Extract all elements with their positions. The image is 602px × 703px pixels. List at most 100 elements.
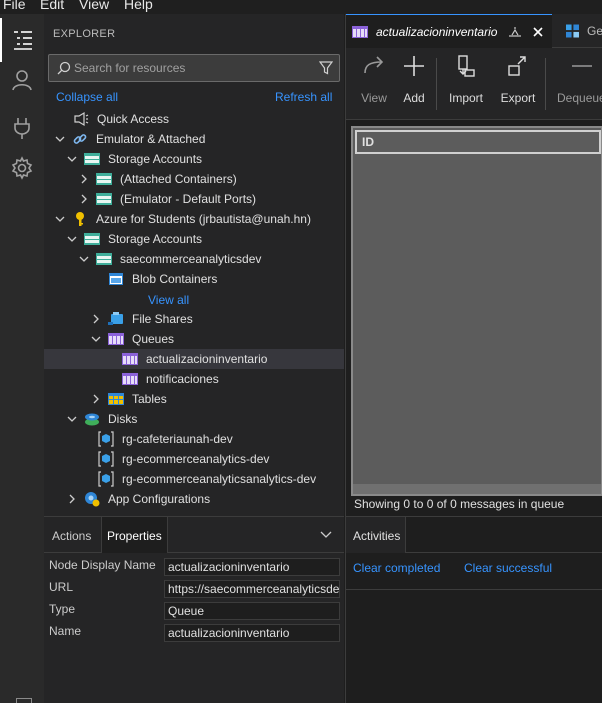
chevron-right-icon[interactable] [78, 189, 90, 209]
explorer-title: EXPLORER [53, 28, 116, 40]
explorer-activity-button[interactable] [0, 18, 44, 62]
name-field[interactable]: actualizacioninventario [164, 624, 340, 642]
refresh-all-link[interactable]: Refresh all [275, 90, 332, 104]
tree-item-label: actualizacioninventario [146, 352, 268, 366]
queue-icon [108, 331, 124, 347]
tree-item-disk-ecommerce-analytics[interactable]: rg-ecommerceanalyticsanalytics-dev [44, 469, 344, 489]
dequeue-button[interactable]: Dequeue [552, 48, 602, 120]
chevron-down-icon[interactable] [90, 329, 102, 349]
chevron-down-icon[interactable] [54, 209, 66, 229]
tree-item-queue-notificaciones[interactable]: notificaciones [44, 369, 344, 389]
keep-open-icon[interactable] [507, 26, 523, 38]
tree-item-disk-ecommerce[interactable]: rg-ecommerceanalytics-dev [44, 449, 344, 469]
tree-item-app-configurations[interactable]: App Configurations [44, 489, 344, 509]
tree-item-blob-containers[interactable]: Blob Containers [44, 269, 344, 289]
toolbar-separator [545, 58, 546, 110]
url-field[interactable]: https://saecommerceanalyticsdev.queue.co… [164, 580, 340, 598]
chevron-right-icon[interactable] [78, 169, 90, 189]
tab-properties[interactable]: Properties [101, 517, 168, 553]
tree-item-saecommerce[interactable]: saecommerceanalyticsdev [44, 249, 344, 269]
import-icon [458, 55, 475, 77]
tree-item-label: Tables [132, 392, 167, 406]
import-button[interactable]: Import [436, 48, 496, 120]
minus-icon [572, 65, 592, 67]
explorer-list-icon [14, 31, 32, 50]
tree-item-tables[interactable]: Tables [44, 389, 344, 409]
dequeue-label: Dequeue [557, 91, 602, 105]
chevron-right-icon[interactable] [66, 489, 78, 509]
close-icon[interactable] [533, 27, 543, 37]
chevron-down-icon[interactable] [78, 249, 90, 269]
divider [346, 589, 602, 590]
tab-label: Ge [586, 24, 602, 38]
export-label: Export [500, 91, 536, 105]
tab-next[interactable]: Ge [552, 14, 602, 48]
tree-item-emulator[interactable]: Emulator & Attached [44, 129, 344, 149]
key-icon [72, 211, 88, 227]
grid-horizontal-scrollbar[interactable] [353, 484, 601, 494]
tree-item-file-shares[interactable]: File Shares [44, 309, 344, 329]
tree-item-label: Storage Accounts [108, 232, 203, 246]
collapse-all-link[interactable]: Collapse all [56, 90, 118, 104]
menu-help[interactable]: Help [124, 0, 153, 12]
tree-item-attached-containers[interactable]: (Attached Containers) [44, 169, 344, 189]
file-share-icon [108, 311, 124, 327]
queue-icon [122, 351, 138, 367]
connect-activity-button[interactable] [0, 106, 44, 150]
storage-account-icon [84, 151, 100, 167]
grid-header-id[interactable]: ID [355, 130, 601, 154]
account-activity-button[interactable] [0, 58, 44, 102]
tree-item-emulator-ports[interactable]: (Emulator - Default Ports) [44, 189, 344, 209]
person-icon [12, 70, 32, 91]
menu-edit[interactable]: Edit [40, 0, 64, 12]
grid-column-label: ID [362, 135, 374, 149]
tree-item-storage-accounts[interactable]: Storage Accounts [44, 229, 344, 249]
chevron-down-icon[interactable] [66, 409, 78, 429]
chevron-down-icon[interactable] [66, 229, 78, 249]
resource-group-icon [98, 431, 114, 447]
menu-file[interactable]: File [3, 0, 26, 12]
tree-item-queues[interactable]: Queues [44, 329, 344, 349]
chevron-right-icon[interactable] [90, 389, 102, 409]
name-label: Name [49, 624, 82, 638]
menu-view[interactable]: View [79, 0, 109, 12]
tree-item-disk-cafeteria[interactable]: rg-cafeteriaunah-dev [44, 429, 344, 449]
tree-item-label: notificaciones [146, 372, 219, 386]
storage-account-icon [84, 231, 100, 247]
search-icon [57, 61, 71, 75]
tree-item-disks[interactable]: Disks [44, 409, 344, 429]
tree-item-queue-actualizacioninventario[interactable]: actualizacioninventario [44, 349, 344, 369]
feedback-icon[interactable] [16, 698, 32, 703]
tab-actions[interactable]: Actions [47, 517, 96, 553]
chevron-right-icon[interactable] [90, 309, 102, 329]
clear-completed-link[interactable]: Clear completed [353, 561, 440, 575]
tree-item-storage-accounts[interactable]: Storage Accounts [44, 149, 344, 169]
settings-activity-button[interactable] [0, 146, 44, 190]
tree-item-label: Quick Access [97, 112, 170, 126]
tab-actualizacioninventario[interactable]: actualizacioninventario [346, 14, 552, 48]
tree-item-label: (Emulator - Default Ports) [120, 192, 257, 206]
view-all-link[interactable]: View all [44, 290, 344, 310]
tab-activities[interactable]: Activities [346, 517, 406, 553]
tree-item-azure-students[interactable]: Azure for Students (jrbautista@unah.hn) [44, 209, 344, 229]
type-field[interactable]: Queue [164, 602, 340, 620]
url-label: URL [49, 580, 74, 594]
import-label: Import [448, 91, 483, 105]
export-button[interactable]: Export [488, 48, 548, 120]
queue-icon [352, 25, 368, 38]
chevron-down-icon[interactable] [66, 149, 78, 169]
add-button[interactable]: Add [384, 48, 444, 120]
storage-account-icon [96, 251, 112, 267]
search-input[interactable]: Search for resources [48, 54, 340, 82]
chevron-down-icon[interactable] [54, 129, 66, 149]
messages-grid[interactable]: ID [351, 126, 602, 496]
chevron-down-icon[interactable] [320, 530, 332, 540]
tree-item-label: Disks [108, 412, 138, 426]
clear-successful-link[interactable]: Clear successful [464, 561, 552, 575]
tree-item-label: App Configurations [108, 492, 211, 506]
resource-group-icon [98, 451, 114, 467]
filter-icon[interactable] [319, 61, 333, 75]
tree-item-quick-access[interactable]: Quick Access [44, 109, 344, 129]
properties-tab-strip: Actions Properties [44, 517, 344, 553]
node-display-name-field[interactable]: actualizacioninventario [164, 558, 340, 576]
